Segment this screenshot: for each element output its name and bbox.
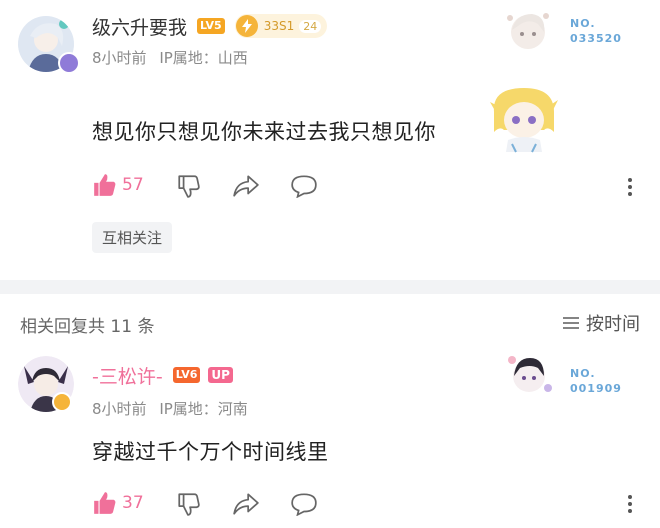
comment-2: -三松许- LV6 UP 8小时前 IP属地：河南 NO. 001909 穿越过… — [0, 350, 660, 528]
thumbs-down-icon — [178, 175, 200, 198]
fan-card-avatar-icon — [504, 350, 554, 398]
sort-lines-icon — [563, 317, 579, 329]
comment-bubble-icon — [291, 493, 317, 517]
sort-button[interactable]: 按时间 — [562, 310, 640, 336]
fan-card-number: 001909 — [570, 382, 622, 395]
reply-button[interactable] — [290, 174, 318, 202]
comment-bubble-icon — [291, 175, 317, 199]
comment-text: 想见你只想见你未来过去我只想见你 — [92, 120, 436, 144]
ip-location: IP属地：山西 — [159, 49, 248, 67]
replies-header: 相关回复共 11 条 按时间 — [0, 294, 660, 350]
mutual-follow-tag: 互相关注 — [92, 222, 173, 253]
like-button[interactable]: 57 — [92, 172, 144, 198]
fan-medal-level: 24 — [299, 19, 322, 33]
sort-label: 按时间 — [586, 314, 640, 335]
fan-card-avatar-icon — [504, 8, 552, 52]
comment-time: 8小时前 — [92, 49, 147, 67]
username[interactable]: 级六升要我 — [92, 13, 187, 40]
fan-card[interactable]: NO. 001909 — [500, 350, 630, 400]
dislike-button[interactable] — [176, 173, 202, 203]
share-icon — [233, 175, 259, 197]
sticker-emoji — [488, 82, 560, 154]
lightning-icon — [235, 15, 258, 37]
more-options-icon[interactable] — [628, 175, 632, 199]
reply-button[interactable] — [290, 492, 318, 520]
comment-1: 级六升要我 LV5 33S1 24 8小时前 IP属地：山西 NO. 03352… — [0, 0, 660, 280]
dislike-button[interactable] — [176, 491, 202, 521]
share-icon — [233, 493, 259, 515]
verified-badge-icon — [52, 392, 72, 412]
ip-location: IP属地：河南 — [159, 400, 248, 418]
username-row: -三松许- LV6 UP — [92, 362, 233, 388]
fan-medal-label: 33S1 — [263, 19, 295, 33]
username[interactable]: -三松许- — [92, 362, 163, 389]
like-count: 37 — [122, 493, 144, 513]
level-badge: LV6 — [172, 367, 201, 383]
comment-time: 8小时前 — [92, 400, 147, 418]
comment-meta: 8小时前 IP属地：河南 — [92, 398, 248, 419]
more-options-icon[interactable] — [628, 492, 632, 516]
comment-meta: 8小时前 IP属地：山西 — [92, 47, 248, 68]
level-badge: LV5 — [197, 18, 225, 34]
fan-card-no-label: NO. — [570, 17, 596, 30]
share-button[interactable] — [232, 173, 260, 203]
section-divider — [0, 280, 660, 294]
up-badge: UP — [208, 367, 233, 383]
fan-card[interactable]: NO. 033520 — [500, 4, 630, 54]
thumbs-down-icon — [178, 493, 200, 516]
username-row: 级六升要我 LV5 33S1 24 — [92, 12, 328, 40]
fan-card-number: 033520 — [570, 32, 622, 45]
like-count: 57 — [122, 175, 144, 195]
replies-count-title: 相关回复共 11 条 — [20, 317, 155, 337]
share-button[interactable] — [232, 491, 260, 521]
comment-text: 穿越过千个万个时间线里 — [92, 440, 329, 464]
fan-medal[interactable]: 33S1 24 — [234, 14, 328, 38]
thumbs-up-icon — [94, 492, 116, 514]
pendant-badge-icon — [58, 52, 80, 74]
thumbs-up-icon — [94, 174, 116, 196]
fan-card-no-label: NO. — [570, 367, 596, 380]
like-button[interactable]: 37 — [92, 490, 144, 516]
